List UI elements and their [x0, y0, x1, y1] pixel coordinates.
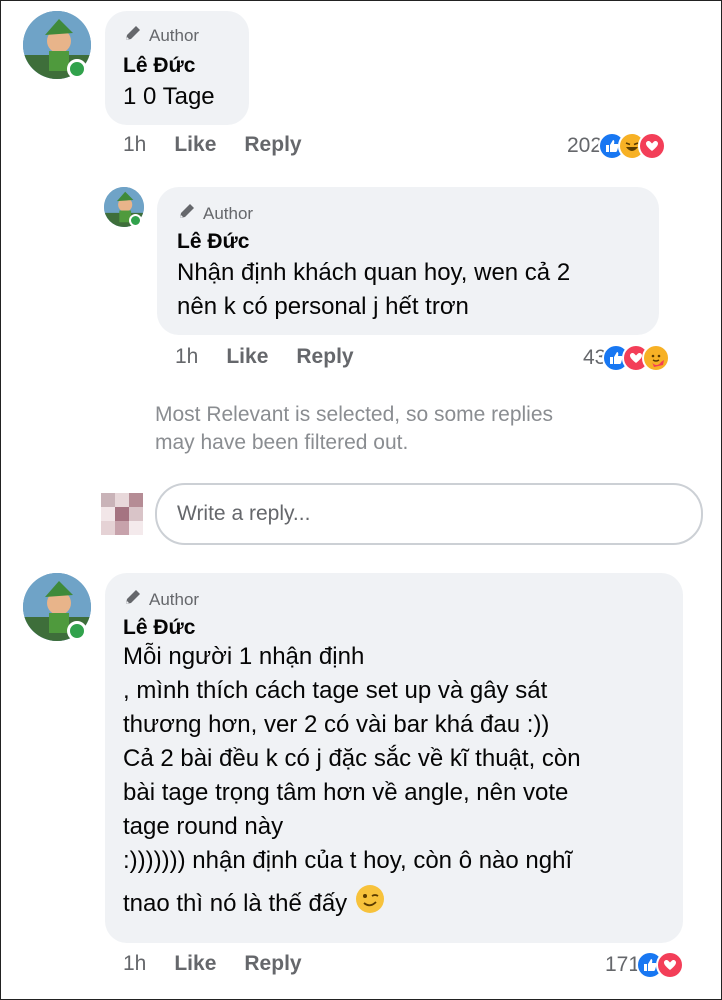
pen-icon [123, 587, 143, 612]
like-button[interactable]: Like [174, 952, 216, 976]
commenter-name[interactable]: Lê Đức [177, 230, 639, 254]
comment-bubble: Author Lê Đức 1 0 Tage [105, 11, 249, 125]
commenter-name[interactable]: Lê Đức [123, 616, 665, 640]
winking-face-emoji-icon [355, 884, 385, 924]
comment-text: 1 0 Tage [123, 83, 215, 110]
author-badge-label: Author [149, 25, 200, 45]
comment-text-line: tage round này [123, 813, 284, 840]
online-status-indicator [67, 621, 87, 641]
comment-bubble: Author Lê Đức Nhận định khách quan hoy, … [157, 187, 659, 335]
filter-notice-line: may have been filtered out. [155, 431, 409, 454]
comment-text-line: nên k có personal j hết trơn [177, 293, 469, 320]
author-badge: Author [177, 201, 639, 226]
filter-notice-line: Most Relevant is selected, so some repli… [155, 403, 554, 426]
reply-input-placeholder: Write a reply... [177, 502, 311, 525]
like-button[interactable]: Like [226, 345, 268, 369]
care-reaction-icon [642, 344, 671, 372]
author-badge: Author [123, 587, 665, 612]
author-badge-label: Author [203, 203, 254, 223]
comment-actions: 1h Like Reply [123, 952, 302, 976]
comment-text-line: tnao thì nó là thế đấy [123, 890, 348, 917]
timestamp[interactable]: 1h [123, 133, 146, 157]
reaction-count: 202 [567, 134, 603, 157]
love-reaction-icon [656, 951, 685, 979]
timestamp[interactable]: 1h [175, 345, 198, 369]
comment-actions: 1h Like Reply [175, 345, 354, 369]
comment-text-line: Nhận định khách quan hoy, wen cả 2 [177, 259, 571, 286]
comment-text-line: bài tage trọng tâm hơn về angle, nên vot… [123, 779, 569, 806]
pen-icon [123, 23, 143, 48]
reaction-summary[interactable]: 202 [567, 132, 667, 160]
comment-bubble: Author Lê Đức Mỗi người 1 nhận định , mì… [105, 573, 683, 943]
author-badge: Author [123, 23, 231, 48]
filter-notice: Most Relevant is selected, so some repli… [155, 401, 553, 457]
online-status-indicator [129, 214, 142, 227]
timestamp[interactable]: 1h [123, 952, 146, 976]
comment-text: Nhận định khách quan hoy, wen cả 2 nên k… [177, 256, 639, 324]
comment-text-line: , mình thích cách tage set up và gây sát [123, 677, 548, 704]
commenter-name[interactable]: Lê Đức [123, 54, 231, 78]
author-badge-label: Author [149, 589, 200, 609]
reply-input[interactable]: Write a reply... [155, 483, 703, 545]
comment-actions: 1h Like Reply [123, 133, 302, 157]
current-user-avatar [101, 493, 143, 535]
love-reaction-icon [638, 132, 667, 160]
reply-button[interactable]: Reply [244, 952, 301, 976]
reaction-summary[interactable]: 43 [583, 344, 671, 372]
reply-button[interactable]: Reply [244, 133, 301, 157]
comment-text-line: :))))))) nhận định của t hoy, còn ô nào … [123, 847, 573, 874]
reaction-summary[interactable]: 171 [605, 951, 685, 979]
like-button[interactable]: Like [174, 133, 216, 157]
reaction-count: 171 [605, 953, 641, 976]
pen-icon [177, 201, 197, 226]
comment-text-line: thương hơn, ver 2 có vài bar khá đau :)) [123, 711, 550, 738]
online-status-indicator [67, 59, 87, 79]
comment-text-line: Cả 2 bài đều k có j đặc sắc về kĩ thuật,… [123, 745, 581, 772]
comment-text: Mỗi người 1 nhận định , mình thích cách … [123, 640, 665, 924]
reply-button[interactable]: Reply [296, 345, 353, 369]
comment-text-line: Mỗi người 1 nhận định [123, 643, 365, 670]
